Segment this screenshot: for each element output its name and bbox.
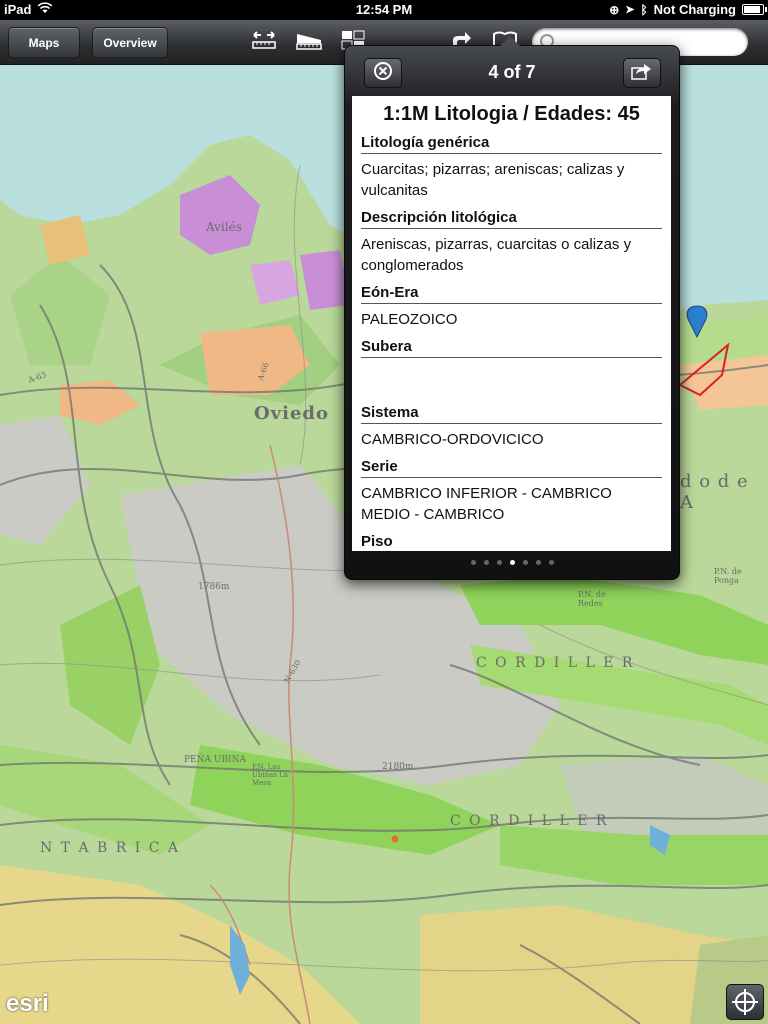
field-subera: Subera [352,330,671,396]
charging-status: Not Charging [653,2,736,17]
page-indicator[interactable] [345,552,679,570]
map-label-oviedo: Oviedo [254,403,330,424]
battery-icon [742,4,767,15]
field-label: Sistema [361,396,662,424]
page-dot[interactable] [522,560,528,565]
maps-button[interactable]: Maps [8,27,80,58]
map-label-pena-ubina: PEÑA UBINA [184,755,246,765]
page-dot[interactable] [548,560,554,565]
field-label: Piso [361,525,662,551]
field-label: Eón-Era [361,276,662,304]
page-dot[interactable] [496,560,502,565]
page-dot[interactable] [483,560,489,565]
popup-title: 1:1M Litologia / Edades: 45 [383,103,640,125]
page-dot-current[interactable] [509,560,515,565]
locate-button[interactable] [726,984,764,1020]
field-value [361,358,662,396]
map-label-pn-redes: P.N. de Redes [578,590,606,608]
overview-button[interactable]: Overview [92,27,168,58]
field-label: Descripción litológica [361,201,662,229]
map-label-elevation-2: 1786m [198,582,230,592]
field-value: PALEOZOICO [361,311,458,328]
field-eon-era: Eón-Era PALEOZOICO [352,276,671,330]
map-label-pn-ponga: P.N. de Ponga [714,567,742,585]
map-label-partial-right: d o d e A [680,471,749,513]
popup-share-button[interactable] [623,58,661,88]
field-descripcion-litologica: Descripción litológica Areniscas, pizarr… [352,201,671,276]
map-label-pn-lasubinas: P.N. Las Ubiñas La Mesa [252,763,288,787]
page-dot[interactable] [535,560,541,565]
esri-logo: esri [6,990,49,1017]
field-serie: Serie CAMBRICO INFERIOR - CAMBRICO MEDIO… [352,450,671,525]
page-dot[interactable] [470,560,476,565]
legend-icon[interactable] [296,30,322,54]
field-label: Litología genérica [361,126,662,154]
field-sistema: Sistema CAMBRICO-ORDOVICICO [352,396,671,450]
field-value: Areniscas, pizarras, cuarcitas o calizas… [361,236,632,274]
measure-icon[interactable] [252,30,276,54]
map-label-elevation-1: 2180m [382,762,414,772]
popup-arrow [500,36,520,46]
map-label-aviles: Avilés [206,220,242,234]
bluetooth-icon: ᛒ [640,2,648,17]
share-icon [631,62,653,85]
identify-popup: 4 of 7 1:1M Litologia / Edades: 45 Litol… [344,36,680,580]
locate-icon [732,989,758,1015]
map-label-cordillera-1: C O R D I L L E R [476,655,635,671]
map-label-cantabrica: N T A B R I C A [40,840,181,856]
status-bar: iPad 12:54 PM ⊕ ➤ ᛒ Not Charging [0,0,768,20]
popup-content[interactable]: 1:1M Litologia / Edades: 45 Litología ge… [352,96,671,551]
field-piso: Piso [352,525,671,551]
field-value: CAMBRICO-ORDOVICICO [361,431,544,448]
location-icon: ➤ [625,4,635,16]
field-litologia-generica: Litología genérica Cuarcitas; pizarras; … [352,126,671,201]
field-label: Serie [361,450,662,478]
field-label: Subera [361,330,662,358]
field-value: Cuarcitas; pizarras; areniscas; calizas … [361,161,625,199]
popup-header: 4 of 7 [345,46,679,96]
field-value: CAMBRICO INFERIOR - CAMBRICO MEDIO - CAM… [361,485,612,523]
orientation-lock-icon: ⊕ [609,2,620,17]
map-label-cordillera-2: C O R D I L L E R [450,813,609,829]
